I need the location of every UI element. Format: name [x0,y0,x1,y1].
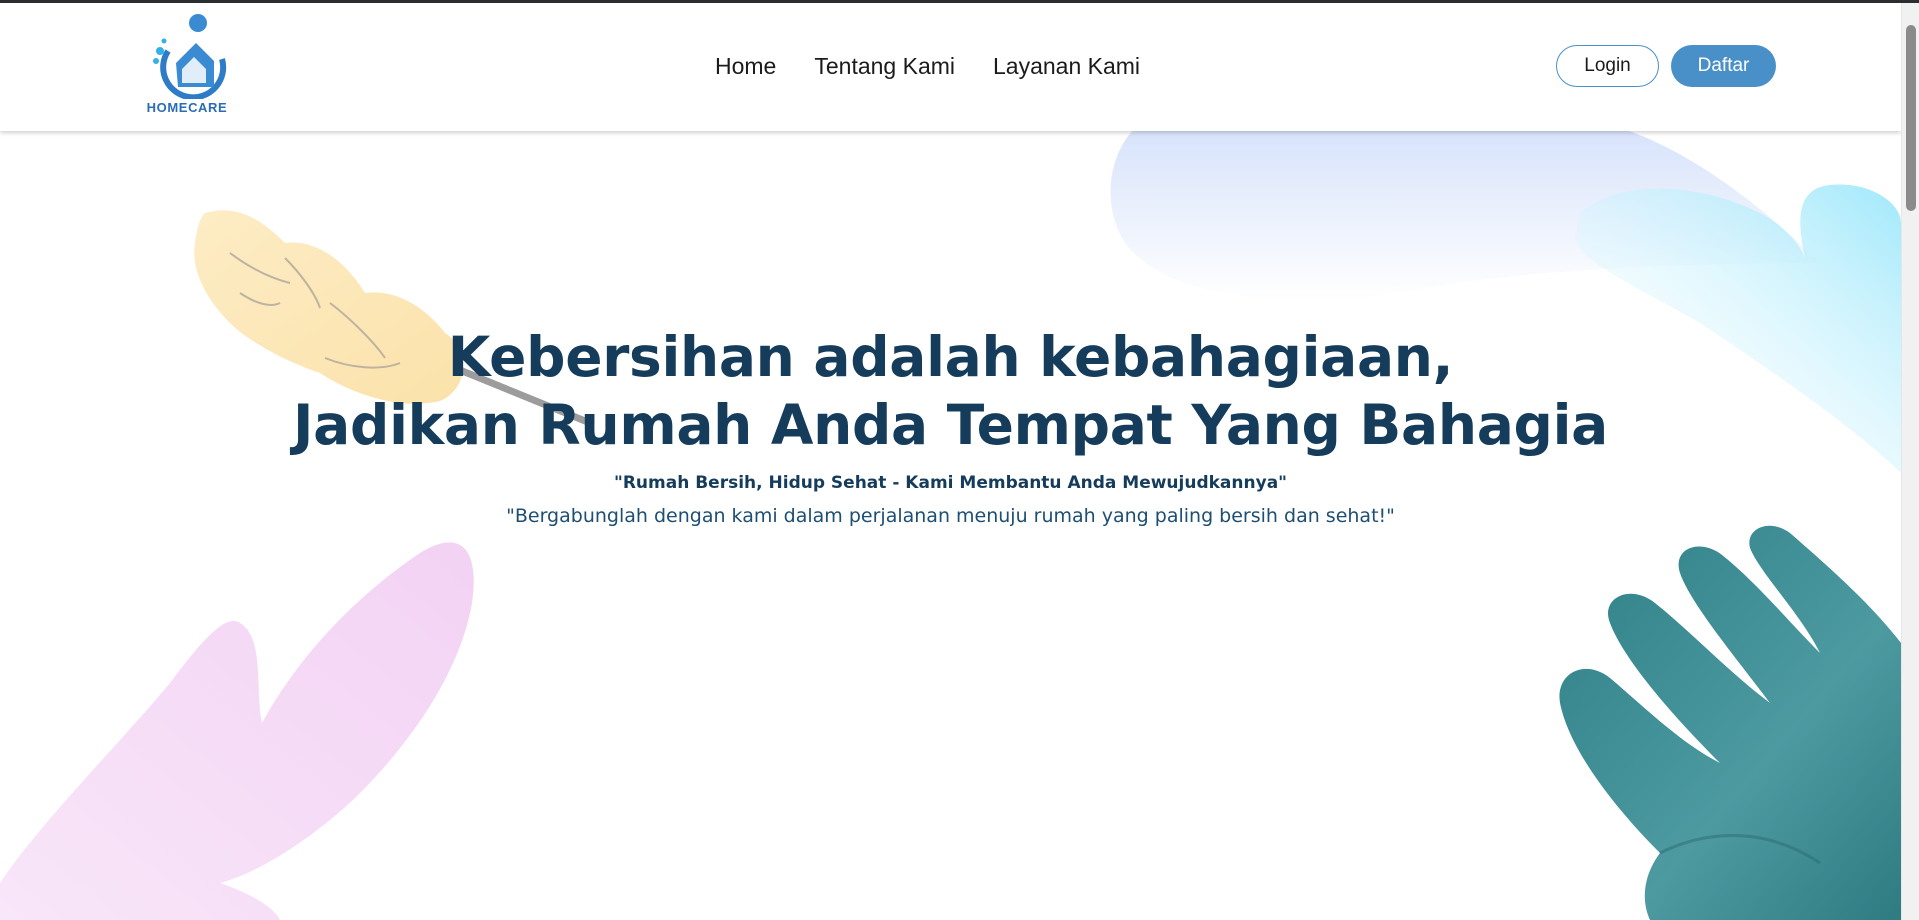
hero-title: Kebersihan adalah kebahagiaan, Jadikan R… [0,323,1901,459]
vertical-scrollbar[interactable] [1901,3,1919,920]
brand-name: HOMECARE [146,100,228,115]
teal-glove-icon [1559,525,1901,920]
hero-section: Kebersihan adalah kebahagiaan, Jadikan R… [0,323,1901,527]
hero-title-line-2: Jadikan Rumah Anda Tempat Yang Bahagia [293,393,1608,457]
nav-link-layanan-kami[interactable]: Layanan Kami [993,53,1140,80]
page: HOMECARE Home Tentang Kami Layanan Kami … [0,3,1901,920]
register-button[interactable]: Daftar [1671,45,1776,87]
brand-logo[interactable]: HOMECARE [142,11,236,119]
hero-description: "Bergabunglah dengan kami dalam perjalan… [506,505,1395,527]
login-button[interactable]: Login [1556,45,1659,87]
hero-title-line-1: Kebersihan adalah kebahagiaan, [447,325,1454,389]
navbar: HOMECARE Home Tentang Kami Layanan Kami … [0,3,1901,131]
homecare-logo-icon [153,14,227,99]
main-nav: Home Tentang Kami Layanan Kami [715,53,1140,80]
window-top-border [0,0,1919,3]
pink-glove-icon [0,542,474,920]
nav-link-tentang-kami[interactable]: Tentang Kami [814,53,955,80]
nav-link-home[interactable]: Home [715,53,776,80]
scrollbar-thumb[interactable] [1906,25,1916,211]
hero-subtitle: "Rumah Bersih, Hidup Sehat - Kami Memban… [613,473,1288,493]
